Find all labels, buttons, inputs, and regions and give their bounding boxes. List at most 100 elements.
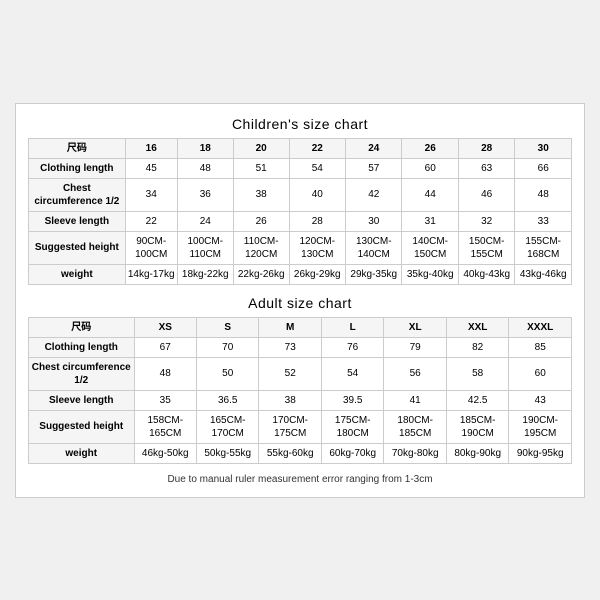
- table-row: Chest circumference 1/248505254565860: [29, 357, 572, 390]
- cell-4-1: 18kg-22kg: [177, 264, 233, 284]
- adult-header-row: 尺码XSSMLXLXXLXXXL: [29, 317, 572, 337]
- row-label-3: Suggested height: [29, 410, 135, 443]
- cell-0-4: 79: [384, 337, 446, 357]
- col-header-8: 30: [515, 138, 572, 158]
- col-header-5: 24: [346, 138, 402, 158]
- cell-3-0: 158CM-165CM: [134, 410, 196, 443]
- cell-0-6: 63: [458, 158, 514, 178]
- size-chart-container: Children's size chart 尺码1618202224262830…: [15, 103, 585, 498]
- table-row: Clothing length4548515457606366: [29, 158, 572, 178]
- cell-0-0: 45: [125, 158, 177, 178]
- cell-2-6: 43: [509, 390, 572, 410]
- table-row: Sleeve length2224262830313233: [29, 211, 572, 231]
- cell-2-3: 28: [289, 211, 345, 231]
- col-header-0: 尺码: [29, 138, 126, 158]
- cell-4-4: 29kg-35kg: [346, 264, 402, 284]
- col-header-1: XS: [134, 317, 196, 337]
- table-row: Suggested height158CM-165CM165CM-170CM17…: [29, 410, 572, 443]
- cell-4-5: 35kg-40kg: [402, 264, 458, 284]
- cell-4-6: 90kg-95kg: [509, 443, 572, 463]
- cell-4-1: 50kg-55kg: [196, 443, 258, 463]
- col-header-6: 26: [402, 138, 458, 158]
- cell-2-1: 24: [177, 211, 233, 231]
- row-label-1: Chest circumference 1/2: [29, 357, 135, 390]
- cell-2-0: 35: [134, 390, 196, 410]
- cell-3-6: 150CM-155CM: [458, 231, 514, 264]
- cell-0-2: 51: [233, 158, 289, 178]
- cell-0-1: 48: [177, 158, 233, 178]
- children-chart-title: Children's size chart: [28, 116, 572, 132]
- col-header-1: 16: [125, 138, 177, 158]
- cell-1-6: 46: [458, 178, 514, 211]
- cell-0-4: 57: [346, 158, 402, 178]
- cell-4-0: 46kg-50kg: [134, 443, 196, 463]
- cell-2-2: 26: [233, 211, 289, 231]
- cell-2-5: 31: [402, 211, 458, 231]
- cell-0-5: 82: [446, 337, 508, 357]
- adult-chart-title: Adult size chart: [28, 295, 572, 311]
- col-header-4: 22: [289, 138, 345, 158]
- cell-4-4: 70kg-80kg: [384, 443, 446, 463]
- cell-3-7: 155CM-168CM: [515, 231, 572, 264]
- cell-1-7: 48: [515, 178, 572, 211]
- cell-0-5: 60: [402, 158, 458, 178]
- col-header-7: 28: [458, 138, 514, 158]
- table-row: Sleeve length3536.53839.54142.543: [29, 390, 572, 410]
- children-table: 尺码1618202224262830 Clothing length454851…: [28, 138, 572, 285]
- cell-0-1: 70: [196, 337, 258, 357]
- cell-3-5: 140CM-150CM: [402, 231, 458, 264]
- cell-1-1: 36: [177, 178, 233, 211]
- cell-4-5: 80kg-90kg: [446, 443, 508, 463]
- cell-3-1: 100CM-110CM: [177, 231, 233, 264]
- cell-3-3: 175CM-180CM: [321, 410, 383, 443]
- cell-1-1: 50: [196, 357, 258, 390]
- col-header-0: 尺码: [29, 317, 135, 337]
- cell-3-4: 130CM-140CM: [346, 231, 402, 264]
- row-label-0: Clothing length: [29, 337, 135, 357]
- cell-3-2: 170CM-175CM: [259, 410, 321, 443]
- children-header-row: 尺码1618202224262830: [29, 138, 572, 158]
- col-header-4: L: [321, 317, 383, 337]
- cell-3-2: 110CM-120CM: [233, 231, 289, 264]
- table-row: Suggested height90CM-100CM100CM-110CM110…: [29, 231, 572, 264]
- table-row: weight46kg-50kg50kg-55kg55kg-60kg60kg-70…: [29, 443, 572, 463]
- cell-1-3: 40: [289, 178, 345, 211]
- cell-1-2: 52: [259, 357, 321, 390]
- cell-1-4: 56: [384, 357, 446, 390]
- disclaimer-note: Due to manual ruler measurement error ra…: [28, 474, 572, 485]
- cell-0-0: 67: [134, 337, 196, 357]
- cell-4-3: 26kg-29kg: [289, 264, 345, 284]
- cell-2-1: 36.5: [196, 390, 258, 410]
- row-label-2: Sleeve length: [29, 390, 135, 410]
- cell-3-3: 120CM-130CM: [289, 231, 345, 264]
- table-row: Clothing length67707376798285: [29, 337, 572, 357]
- cell-2-6: 32: [458, 211, 514, 231]
- cell-0-3: 54: [289, 158, 345, 178]
- cell-0-3: 76: [321, 337, 383, 357]
- col-header-7: XXXL: [509, 317, 572, 337]
- cell-2-4: 30: [346, 211, 402, 231]
- cell-4-2: 22kg-26kg: [233, 264, 289, 284]
- cell-1-5: 44: [402, 178, 458, 211]
- col-header-3: M: [259, 317, 321, 337]
- cell-2-5: 42.5: [446, 390, 508, 410]
- cell-1-2: 38: [233, 178, 289, 211]
- table-row: Chest circumference 1/23436384042444648: [29, 178, 572, 211]
- row-label-3: Suggested height: [29, 231, 126, 264]
- cell-3-5: 185CM-190CM: [446, 410, 508, 443]
- adult-table: 尺码XSSMLXLXXLXXXL Clothing length67707376…: [28, 317, 572, 464]
- cell-2-0: 22: [125, 211, 177, 231]
- cell-0-7: 66: [515, 158, 572, 178]
- cell-2-3: 39.5: [321, 390, 383, 410]
- cell-4-7: 43kg-46kg: [515, 264, 572, 284]
- row-label-1: Chest circumference 1/2: [29, 178, 126, 211]
- cell-3-4: 180CM-185CM: [384, 410, 446, 443]
- col-header-2: S: [196, 317, 258, 337]
- cell-4-6: 40kg-43kg: [458, 264, 514, 284]
- cell-3-1: 165CM-170CM: [196, 410, 258, 443]
- row-label-2: Sleeve length: [29, 211, 126, 231]
- cell-1-3: 54: [321, 357, 383, 390]
- cell-3-6: 190CM-195CM: [509, 410, 572, 443]
- col-header-5: XL: [384, 317, 446, 337]
- cell-1-0: 34: [125, 178, 177, 211]
